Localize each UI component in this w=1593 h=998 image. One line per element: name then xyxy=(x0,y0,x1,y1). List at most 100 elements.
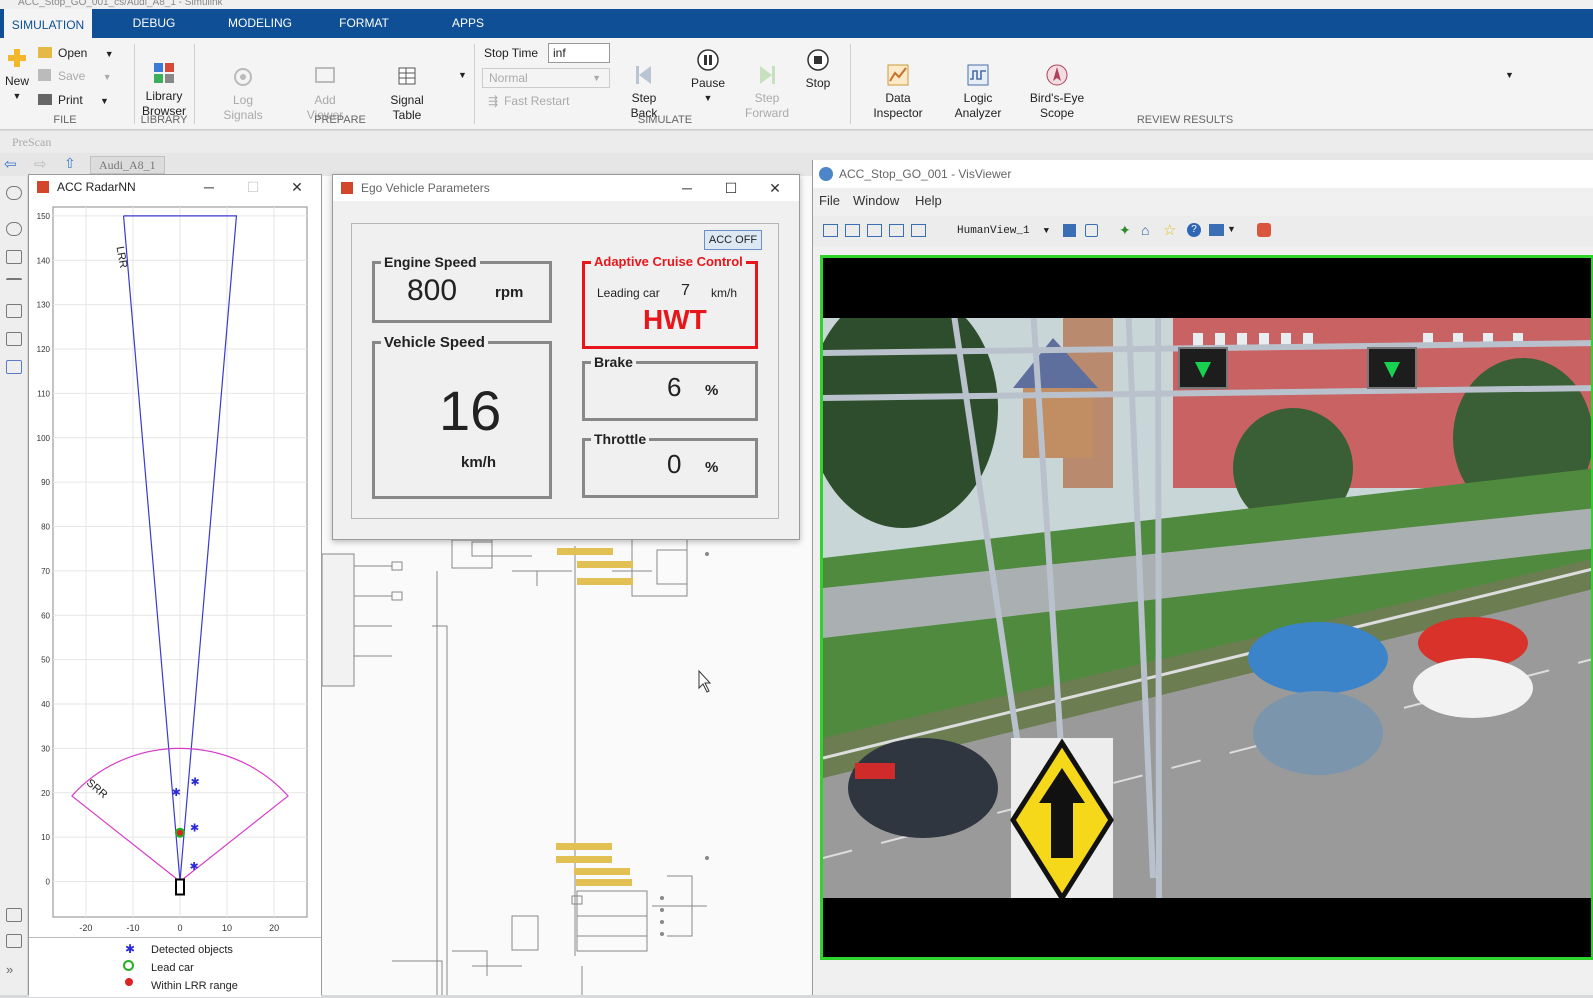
view-select[interactable]: HumanView_1 ▼ xyxy=(953,223,1051,240)
logic-analyzer-label: Logic Analyzer xyxy=(954,91,1002,120)
print-button[interactable]: Print ▼ xyxy=(38,91,109,109)
maximize-icon[interactable]: ☐ xyxy=(721,175,741,201)
expand-chevron-icon[interactable]: » xyxy=(6,962,13,977)
pause-button[interactable]: Pause ▼ xyxy=(688,48,728,106)
birds-eye-scope-button[interactable]: Bird's-Eye Scope xyxy=(1024,48,1090,136)
up-arrow-icon[interactable]: ⇧ xyxy=(64,155,76,172)
logic-analyzer-button[interactable]: Logic Analyzer xyxy=(948,48,1008,136)
area-icon[interactable] xyxy=(6,360,22,374)
forward-arrow-icon[interactable]: ⇨ xyxy=(34,155,47,173)
minimize-icon[interactable]: ─ xyxy=(677,175,697,201)
record-icon[interactable] xyxy=(1257,223,1271,237)
matlab-figure-icon xyxy=(37,181,49,193)
y-tick-label: 50 xyxy=(41,656,50,665)
close-icon[interactable]: ✕ xyxy=(287,175,307,199)
back-arrow-icon[interactable]: ⇦ xyxy=(4,155,17,173)
detected-object-point: ✱ xyxy=(190,861,199,873)
step-back-icon xyxy=(636,66,651,84)
detected-marker-icon: ✱ xyxy=(125,942,136,956)
hide-browser-icon[interactable] xyxy=(6,186,22,200)
tab-simulation[interactable]: SIMULATION xyxy=(4,9,92,38)
engine-speed-label: Engine Speed xyxy=(381,254,480,270)
new-label: New xyxy=(4,74,29,88)
log-signals-button[interactable]: Log Signals xyxy=(218,50,268,138)
stop-time-input[interactable]: inf xyxy=(548,43,610,63)
legend-within-lrr: Within LRR range xyxy=(151,980,238,992)
radar-legend: ✱ Detected objects Lead car Within LRR r… xyxy=(29,937,321,997)
legend-lead-car: Lead car xyxy=(151,962,194,974)
layout-rows-icon[interactable] xyxy=(867,224,882,237)
fit-view-icon[interactable] xyxy=(6,250,22,264)
vehicle-speed-box: Vehicle Speed 16 km/h xyxy=(372,334,552,499)
arrow-icon[interactable] xyxy=(6,278,22,284)
monitor-icon[interactable] xyxy=(1209,224,1224,236)
close-icon[interactable]: ✕ xyxy=(765,175,785,201)
visviewer-toolbar: HumanView_1 ▼ ✦ ⌂ ☆ ? ▼ xyxy=(813,216,1593,246)
layout-split-icon[interactable] xyxy=(845,224,860,237)
tab-apps[interactable]: APPS xyxy=(430,9,506,38)
fast-restart-button[interactable]: ⇶ Fast Restart xyxy=(488,94,569,108)
throttle-unit: % xyxy=(705,459,719,476)
prepare-expand-icon[interactable]: ▼ xyxy=(458,70,467,80)
menu-help[interactable]: Help xyxy=(915,193,942,208)
menu-file[interactable]: File xyxy=(819,193,840,208)
library-group-label: LIBRARY xyxy=(140,114,188,126)
ego-titlebar: Ego Vehicle Parameters ─ ☐ ✕ xyxy=(333,175,799,201)
delete-view-icon[interactable] xyxy=(1085,224,1098,237)
review-expand-icon[interactable]: ▼ xyxy=(1505,70,1514,80)
stop-time-label: Stop Time xyxy=(484,46,539,60)
step-forward-button[interactable]: Step Forward xyxy=(744,48,790,136)
y-tick-label: 130 xyxy=(37,301,51,310)
new-button[interactable]: New ▼ xyxy=(2,46,32,104)
layout-grid-icon[interactable] xyxy=(911,224,926,237)
open-button[interactable]: Open ▼ xyxy=(38,44,114,62)
home-icon[interactable]: ⌂ xyxy=(1141,222,1149,238)
layers-icon[interactable] xyxy=(6,934,22,948)
annotation-icon[interactable] xyxy=(6,304,22,318)
data-inspector-button[interactable]: Data Inspector xyxy=(868,48,928,136)
signal-table-label: Signal Table xyxy=(390,93,424,122)
menu-window[interactable]: Window xyxy=(853,193,899,208)
zoom-icon[interactable] xyxy=(6,222,22,236)
radar-plot[interactable]: -20 -10 0 10 20 0 10 20 30 40 50 60 70 80 90 100 110 120 1… xyxy=(29,199,321,959)
y-tick-label: 140 xyxy=(37,256,51,265)
prepare-group-label: PREPARE xyxy=(314,114,366,126)
camera-icon[interactable] xyxy=(6,908,22,922)
tab-debug[interactable]: DEBUG xyxy=(116,9,192,38)
detected-object-point: ✱ xyxy=(190,777,199,789)
layout-single-icon[interactable] xyxy=(823,224,838,237)
birds-eye-scope-label: Bird's-Eye Scope xyxy=(1029,91,1085,120)
image-icon[interactable] xyxy=(6,332,22,346)
pick-icon[interactable]: ✦ xyxy=(1119,222,1131,239)
brake-box: Brake 6 % xyxy=(582,354,758,421)
y-tick-label: 150 xyxy=(37,212,51,221)
tab-modeling[interactable]: MODELING xyxy=(212,9,308,38)
within-lrr-marker-icon xyxy=(125,978,133,986)
star-icon[interactable]: ☆ xyxy=(1163,221,1176,239)
minimize-icon[interactable]: ─ xyxy=(199,175,219,199)
sim-mode-value: Normal xyxy=(489,71,528,85)
viewer-icon xyxy=(315,67,335,83)
engine-speed-box: Engine Speed 800 rpm xyxy=(372,254,552,323)
3d-scene-view[interactable] xyxy=(820,255,1593,960)
tab-format[interactable]: FORMAT xyxy=(322,9,406,38)
ego-title: Ego Vehicle Parameters xyxy=(361,181,490,195)
visviewer-titlebar: ACC_Stop_GO_001 - VisViewer xyxy=(813,160,1593,188)
layout-three-icon[interactable] xyxy=(889,224,904,237)
logic-analyzer-icon xyxy=(967,64,989,86)
leading-car-value: 7 xyxy=(681,282,690,299)
ego-vehicle-window: Ego Vehicle Parameters ─ ☐ ✕ ACC OFF Eng… xyxy=(332,174,800,540)
open-label: Open xyxy=(58,46,88,60)
save-button[interactable]: Save ▼ xyxy=(38,67,112,85)
help-icon[interactable]: ? xyxy=(1187,223,1201,237)
signal-table-button[interactable]: Signal Table xyxy=(382,50,432,138)
maximize-icon[interactable]: ☐ xyxy=(243,175,263,199)
brake-value: 6 xyxy=(667,372,682,402)
save-view-icon[interactable] xyxy=(1063,224,1076,237)
breadcrumb[interactable]: Audi_A8_1 xyxy=(90,156,165,174)
sim-mode-select[interactable]: Normal ▼ xyxy=(482,68,610,88)
monitor-dropdown-icon[interactable]: ▼ xyxy=(1227,224,1236,234)
acc-off-button[interactable]: ACC OFF xyxy=(704,230,762,250)
new-plus-icon xyxy=(8,49,26,67)
stop-button[interactable]: Stop xyxy=(800,48,836,91)
